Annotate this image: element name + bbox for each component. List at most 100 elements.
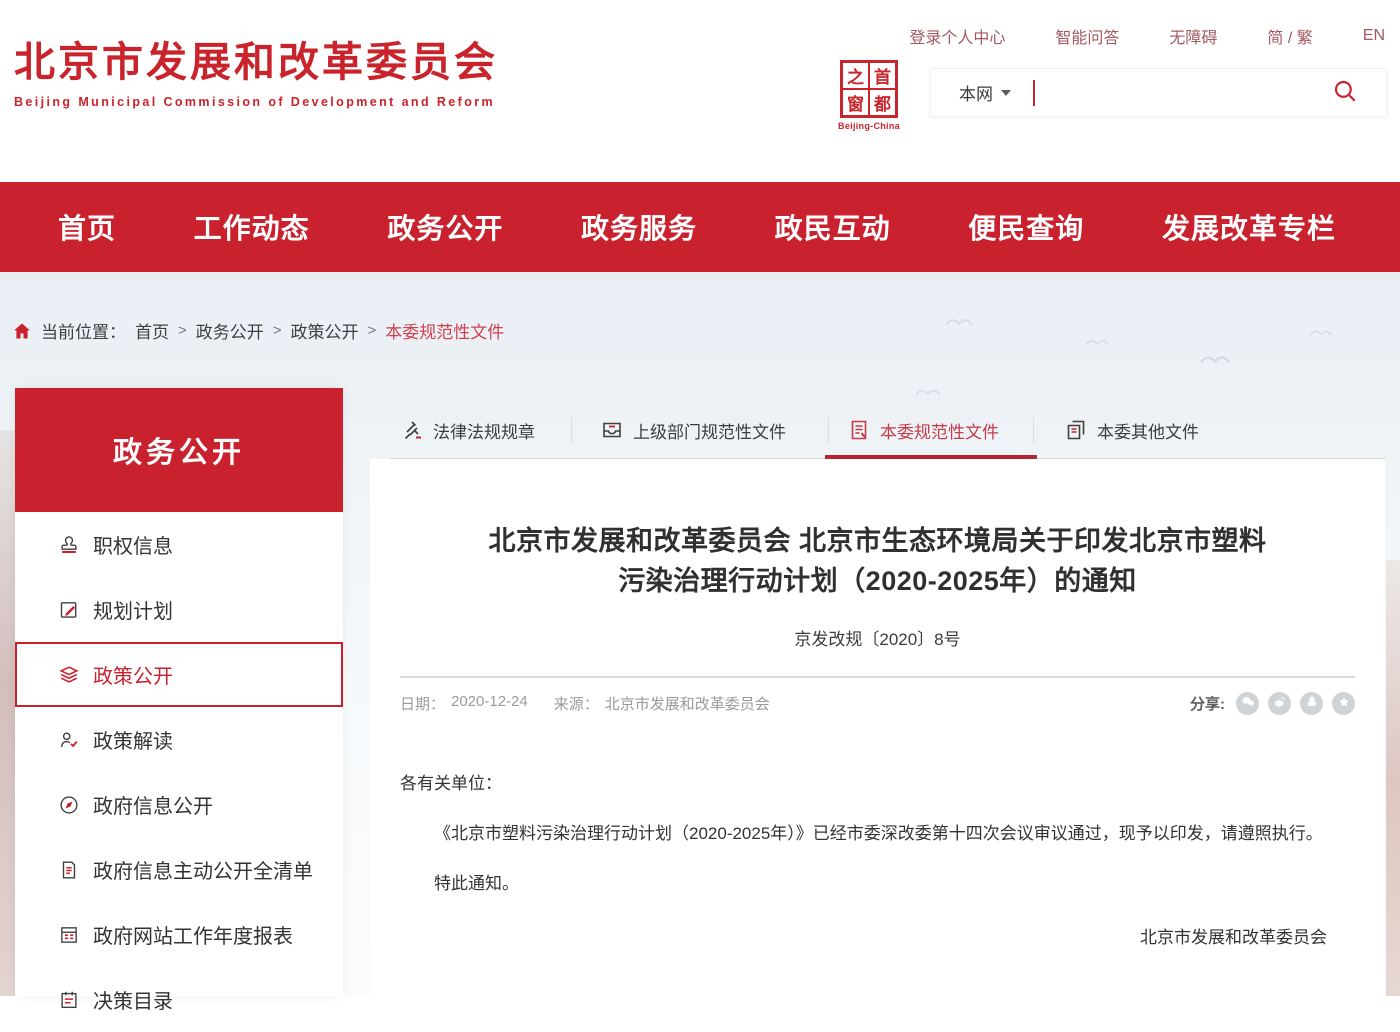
tab-label: 法律法规规章: [433, 418, 535, 443]
sidebar-item-政策公开[interactable]: 政策公开: [15, 642, 343, 707]
seal-char: 窗: [843, 90, 868, 115]
sidebar-item-label: 决策目录: [93, 985, 173, 1014]
breadcrumb-current[interactable]: 本委规范性文件: [385, 318, 504, 343]
tab-divider: [1033, 417, 1034, 443]
breadcrumb-separator: >: [368, 322, 377, 339]
share-bar: 分享:: [1190, 692, 1355, 715]
breadcrumb-link[interactable]: 首页: [135, 318, 169, 343]
more-share-button[interactable]: [1332, 692, 1355, 715]
qq-share-button[interactable]: [1300, 692, 1323, 715]
article-meta: 日期：2020-12-24 来源：北京市发展和改革委员会 分享:: [400, 692, 1355, 715]
capital-window-seal-logo[interactable]: 之首窗都 Beijing-China: [833, 60, 905, 131]
search-scope-label: 本网: [959, 80, 993, 105]
bird-watermark: [1200, 352, 1230, 370]
sidebar-item-label: 政策公开: [93, 660, 173, 689]
report-icon: [58, 924, 80, 946]
tab-上级部门规范性文件[interactable]: 上级部门规范性文件: [600, 402, 786, 458]
tab-本委其他文件[interactable]: 本委其他文件: [1064, 402, 1199, 458]
seal-char: 首: [870, 63, 895, 88]
more-share-icon: [1337, 695, 1351, 712]
utility-link-4[interactable]: EN: [1363, 27, 1385, 45]
chevron-down-icon: [1001, 90, 1011, 96]
list-doc-icon: [58, 859, 80, 881]
breadcrumb-link[interactable]: 政务公开: [196, 318, 264, 343]
site-logo[interactable]: 北京市发展和改革委员会 Beijing Municipal Commission…: [14, 42, 498, 109]
date-source: 日期：2020-12-24 来源：北京市发展和改革委员会: [400, 693, 770, 714]
tab-divider: [571, 417, 572, 443]
share-label: 分享:: [1190, 693, 1225, 714]
interpret-icon: [58, 729, 80, 751]
tab-法律法规规章[interactable]: 法律法规规章: [400, 402, 535, 458]
sidebar-item-label: 政府信息公开: [93, 790, 213, 819]
article-title-line: 污染治理行动计划（2020-2025年）的通知: [618, 566, 1137, 596]
sidebar: 政务公开 职权信息规划计划政策公开政策解读政府信息公开政府信息主动公开全清单政府…: [15, 388, 343, 996]
sidebar-item-政策解读[interactable]: 政策解读: [15, 707, 343, 772]
sidebar-item-政府网站工作年度报表[interactable]: 政府网站工作年度报表: [15, 902, 343, 967]
qq-share-icon: [1305, 695, 1319, 712]
utility-link-0[interactable]: 登录个人中心: [909, 24, 1005, 48]
seal-caption: Beijing-China: [833, 121, 905, 131]
nav-item[interactable]: 政民互动: [775, 207, 891, 247]
bird-watermark: [945, 314, 973, 332]
docs-copy-icon: [1064, 418, 1088, 442]
source-label: 来源：: [554, 693, 599, 714]
wechat-share-button[interactable]: [1236, 692, 1259, 715]
source-value: 北京市发展和改革委员会: [605, 693, 770, 714]
sidebar-item-决策目录[interactable]: 决策目录: [15, 967, 343, 1032]
tab-divider: [828, 417, 829, 443]
nav-item[interactable]: 首页: [58, 207, 116, 247]
sidebar-item-政府信息公开[interactable]: 政府信息公开: [15, 772, 343, 837]
seal-char: 之: [843, 63, 868, 88]
search-scope-dropdown[interactable]: 本网: [959, 80, 1011, 105]
breadcrumb-separator: >: [273, 322, 282, 339]
signature: 北京市发展和改革委员会: [400, 919, 1355, 957]
utility-links: 登录个人中心 智能问答 无障碍 简 / 繁 EN: [909, 24, 1385, 48]
title-separator: [400, 676, 1355, 678]
nav-item[interactable]: 政务服务: [581, 207, 697, 247]
sidebar-item-职权信息[interactable]: 职权信息: [15, 512, 343, 577]
plan-edit-icon: [58, 599, 80, 621]
nav-item[interactable]: 政务公开: [387, 207, 503, 247]
tab-label: 本委规范性文件: [880, 418, 999, 443]
tab-label: 上级部门规范性文件: [633, 418, 786, 443]
bird-watermark: [1310, 324, 1332, 342]
seal-grid: 之首窗都: [840, 60, 898, 118]
wechat-share-icon: [1241, 695, 1255, 712]
nav-item[interactable]: 便民查询: [968, 207, 1084, 247]
site-header: 北京市发展和改革委员会 Beijing Municipal Commission…: [0, 0, 1400, 182]
weibo-share-button[interactable]: [1268, 692, 1291, 715]
main-nav: 首页 工作动态 政务公开 政务服务 政民互动 便民查询 发展改革专栏: [0, 182, 1400, 272]
site-subtitle: Beijing Municipal Commission of Developm…: [14, 95, 498, 109]
sidebar-item-label: 政策解读: [93, 725, 173, 754]
bird-watermark: [1085, 334, 1109, 352]
seal-char: 都: [870, 90, 895, 115]
breadcrumb-prefix: 当前位置：: [41, 318, 126, 343]
tab-本委规范性文件[interactable]: 本委规范性文件: [847, 402, 999, 458]
sidebar-item-label: 规划计划: [93, 595, 173, 624]
inbox-icon: [600, 418, 624, 442]
utility-link-1[interactable]: 智能问答: [1055, 24, 1119, 48]
salutation: 各有关单位：: [400, 765, 1355, 803]
document-tabs: 法律法规规章 上级部门规范性文件 本委规范性文件 本委其他文件: [390, 402, 1385, 459]
breadcrumb-link[interactable]: 政策公开: [291, 318, 359, 343]
sidebar-title: 政务公开: [15, 388, 343, 512]
date-label: 日期：: [400, 693, 445, 714]
catalog-icon: [58, 989, 80, 1011]
utility-link-2[interactable]: 无障碍: [1169, 24, 1217, 48]
layers-icon: [58, 664, 80, 686]
article-panel: 北京市发展和改革委员会 北京市生态环境局关于印发北京市塑料污染治理行动计划（20…: [370, 459, 1385, 996]
utility-link-3[interactable]: 简 / 繁: [1267, 24, 1312, 48]
search-input[interactable]: [1035, 68, 1326, 117]
sidebar-item-规划计划[interactable]: 规划计划: [15, 577, 343, 642]
bird-watermark: [915, 384, 941, 402]
nav-item[interactable]: 发展改革专栏: [1162, 207, 1336, 247]
paragraph: 特此通知。: [400, 865, 1355, 903]
sidebar-item-政府信息主动公开全清单[interactable]: 政府信息主动公开全清单: [15, 837, 343, 902]
nav-item[interactable]: 工作动态: [194, 207, 310, 247]
sidebar-item-label: 政府网站工作年度报表: [93, 920, 293, 949]
search-bar: 本网: [930, 68, 1387, 117]
search-icon: [1332, 78, 1358, 107]
home-icon[interactable]: [12, 321, 32, 341]
weibo-share-icon: [1273, 695, 1287, 712]
search-button[interactable]: [1326, 77, 1364, 108]
